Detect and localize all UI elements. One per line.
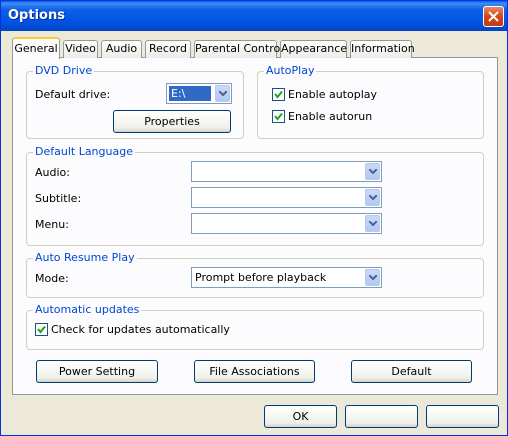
auto-resume-legend: Auto Resume Play — [33, 251, 137, 264]
tab-parental-control[interactable]: Parental Control — [194, 40, 283, 58]
resume-mode-value: Prompt before playback — [195, 271, 327, 284]
file-associations-button[interactable]: File Associations — [194, 360, 315, 383]
apply-button[interactable] — [426, 405, 499, 428]
tab-general[interactable]: General — [12, 37, 60, 59]
subtitle-language-select[interactable] — [191, 187, 382, 208]
tab-video[interactable]: Video — [63, 40, 98, 58]
enable-autoplay-label: Enable autoplay — [288, 88, 378, 101]
properties-button[interactable]: Properties — [113, 110, 231, 133]
autoplay-group: AutoPlay — [257, 64, 484, 139]
enable-autoplay-checkbox[interactable] — [272, 88, 285, 101]
title-bar[interactable]: Options — [1, 1, 507, 31]
power-setting-button[interactable]: Power Setting — [36, 360, 158, 383]
chevron-down-icon — [365, 215, 380, 232]
close-icon — [488, 11, 499, 22]
audio-label: Audio: — [35, 166, 70, 179]
menu-language-select[interactable] — [191, 213, 382, 234]
chevron-down-icon — [365, 189, 380, 206]
resume-mode-select[interactable]: Prompt before playback — [191, 267, 382, 288]
check-updates-checkbox[interactable] — [35, 323, 48, 336]
chevron-down-icon — [365, 269, 380, 286]
tab-record[interactable]: Record — [145, 40, 191, 58]
options-dialog: Options General Video Audio Record Paren… — [0, 0, 508, 436]
tab-information[interactable]: Information — [350, 40, 415, 58]
default-drive-label: Default drive: — [35, 88, 111, 101]
tab-audio[interactable]: Audio — [101, 40, 142, 58]
default-drive-value: E:\ — [169, 86, 211, 101]
window-title: Options — [8, 8, 65, 23]
chevron-down-icon — [215, 85, 230, 102]
menu-label: Menu: — [35, 218, 69, 231]
default-button[interactable]: Default — [351, 360, 472, 383]
check-updates-label: Check for updates automatically — [51, 323, 230, 336]
close-button[interactable] — [483, 6, 504, 27]
checkmark-icon — [37, 325, 46, 334]
enable-autorun-checkbox[interactable] — [272, 110, 285, 123]
chevron-down-icon — [365, 163, 380, 180]
autoplay-legend: AutoPlay — [264, 64, 317, 77]
tab-appearance[interactable]: Appearance — [280, 40, 347, 58]
dvd-drive-legend: DVD Drive — [33, 64, 95, 77]
default-drive-select[interactable]: E:\ — [166, 83, 232, 104]
automatic-updates-legend: Automatic updates — [33, 303, 142, 316]
subtitle-label: Subtitle: — [35, 192, 82, 205]
enable-autorun-label: Enable autorun — [288, 110, 373, 123]
ok-button[interactable]: OK — [264, 405, 337, 428]
default-language-legend: Default Language — [33, 145, 135, 158]
cancel-button[interactable] — [345, 405, 418, 428]
checkmark-icon — [274, 90, 283, 99]
mode-label: Mode: — [35, 272, 69, 285]
audio-language-select[interactable] — [191, 161, 382, 182]
checkmark-icon — [274, 112, 283, 121]
